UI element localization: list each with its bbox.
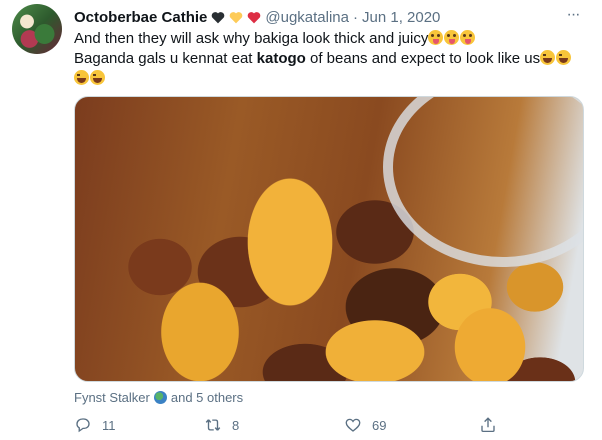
- red-heart-emoji: [247, 11, 261, 24]
- share-icon: [481, 417, 495, 433]
- retweet-button[interactable]: 8: [204, 416, 239, 434]
- dish-rim: [383, 97, 583, 267]
- tweet-text-line-2: Baganda gals u kennat eat katogo of bean…: [74, 49, 584, 69]
- liker-others: and 5 others: [170, 390, 244, 405]
- more-horizontal-icon[interactable]: ···: [562, 7, 584, 26]
- avatar[interactable]: [12, 4, 62, 54]
- tweet-text-line-1: And then they will ask why bakiga look t…: [74, 29, 584, 49]
- share-button[interactable]: [479, 416, 497, 434]
- laughing-emoji: [540, 50, 556, 65]
- laughing-emoji: [556, 50, 572, 65]
- globe-emoji-icon: [153, 391, 167, 404]
- user-handle[interactable]: @ugkatalina: [265, 9, 349, 26]
- tweet-text-part: of beans and expect to look like us: [305, 50, 541, 67]
- social-context[interactable]: Fynst Stalker and 5 others: [74, 390, 243, 405]
- retweet-icon: [205, 419, 221, 431]
- tweet[interactable]: Octoberbae Cathie @ugkatalina · Jun 1, 2…: [0, 0, 602, 440]
- laughing-emoji: [74, 70, 89, 85]
- tweet-date[interactable]: Jun 1, 2020: [362, 9, 440, 26]
- tweet-text-part: And then they will ask why bakiga look t…: [74, 30, 429, 47]
- winking-tongue-emoji: [428, 30, 444, 45]
- tweet-text-bold: katogo: [256, 50, 306, 67]
- tweet-actions: 11 8 69: [74, 416, 524, 436]
- tweet-text-part: Baganda gals u kennat eat: [74, 50, 257, 67]
- yellow-heart-emoji: [229, 11, 243, 24]
- winking-tongue-emoji: [460, 30, 476, 45]
- reply-icon: [76, 418, 90, 433]
- laughing-emoji: [90, 70, 105, 85]
- liker-name[interactable]: Fynst Stalker: [74, 390, 150, 405]
- separator-dot: ·: [353, 8, 358, 26]
- reply-button[interactable]: 11: [74, 416, 116, 434]
- display-name[interactable]: Octoberbae Cathie: [74, 9, 207, 26]
- tweet-text-line-3: [74, 69, 584, 89]
- retweet-count: 8: [232, 417, 240, 433]
- tweet-photo[interactable]: [74, 96, 584, 382]
- tweet-text: And then they will ask why bakiga look t…: [74, 29, 584, 89]
- reply-count: 11: [102, 417, 116, 433]
- tweet-header: Octoberbae Cathie @ugkatalina · Jun 1, 2…: [74, 7, 440, 27]
- winking-tongue-emoji: [444, 30, 460, 45]
- heart-icon: [345, 418, 361, 432]
- black-heart-emoji: [211, 11, 225, 24]
- like-count: 69: [372, 417, 387, 433]
- like-button[interactable]: 69: [344, 416, 386, 434]
